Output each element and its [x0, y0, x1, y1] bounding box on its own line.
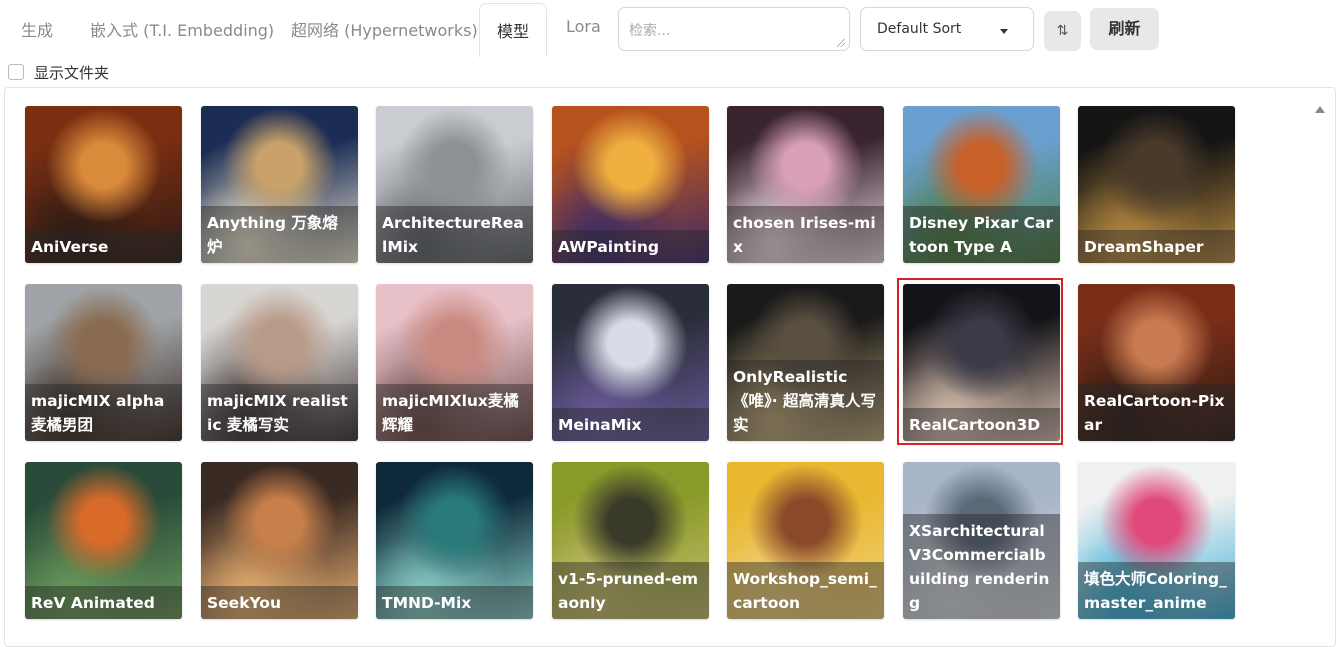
model-card[interactable]: 填色大师Coloring_master_anime: [1078, 462, 1235, 619]
model-card[interactable]: MeinaMix: [552, 284, 709, 441]
model-card[interactable]: AWPainting: [552, 106, 709, 263]
show-dirs-checkbox[interactable]: [8, 64, 24, 80]
model-card-label: XSarchitecturalV3Commercialbuilding rend…: [903, 514, 1060, 619]
model-card-label: AWPainting: [552, 230, 709, 263]
model-card[interactable]: ReV Animated: [25, 462, 182, 619]
search-placeholder: 检索...: [629, 23, 671, 39]
show-dirs-toggle[interactable]: 显示文件夹: [8, 62, 109, 83]
model-card-label: v1-5-pruned-emaonly: [552, 562, 709, 619]
model-card[interactable]: chosen Irises-mix: [727, 106, 884, 263]
chevron-down-icon: [1000, 29, 1008, 34]
model-card-label: Disney Pixar Cartoon Type A: [903, 206, 1060, 263]
model-card-label: RealCartoon-Pixar: [1078, 384, 1235, 441]
sort-direction-icon: ⇅: [1056, 23, 1069, 39]
model-card-label: DreamShaper: [1078, 230, 1235, 263]
tab-models[interactable]: 模型: [479, 3, 548, 57]
resize-grip-icon[interactable]: [837, 39, 845, 47]
model-card[interactable]: RealCartoon-Pixar: [1078, 284, 1235, 441]
model-card-label: majicMIX realistic 麦橘写实: [201, 384, 358, 441]
model-card[interactable]: Anything 万象熔炉: [201, 106, 358, 263]
model-card[interactable]: OnlyRealistic 《唯》· 超高清真人写实: [727, 284, 884, 441]
model-card[interactable]: AniVerse: [25, 106, 182, 263]
model-card-label: ReV Animated: [25, 586, 182, 619]
model-card-label: SeekYou: [201, 586, 358, 619]
model-card-label: OnlyRealistic 《唯》· 超高清真人写实: [727, 360, 884, 441]
scroll-up-icon[interactable]: [1315, 106, 1325, 113]
sort-selected-value: Default Sort: [877, 21, 962, 37]
tab-generate[interactable]: 生成: [21, 17, 53, 41]
sort-direction-button[interactable]: ⇅: [1044, 11, 1081, 51]
show-dirs-label: 显示文件夹: [34, 64, 110, 82]
sort-select[interactable]: Default Sort: [860, 7, 1034, 51]
model-card-label: Anything 万象熔炉: [201, 206, 358, 263]
tab-hypernetworks[interactable]: 超网络 (Hypernetworks): [291, 17, 478, 41]
model-card-label: Workshop_semi_cartoon: [727, 562, 884, 619]
model-card[interactable]: majicMIXlux麦橘辉耀: [376, 284, 533, 441]
model-card[interactable]: ArchitectureRealMix: [376, 106, 533, 263]
selected-card-highlight: [897, 278, 1063, 445]
model-card[interactable]: majicMIX realistic 麦橘写实: [201, 284, 358, 441]
model-card[interactable]: DreamShaper: [1078, 106, 1235, 263]
model-card-label: MeinaMix: [552, 408, 709, 441]
model-card-label: 填色大师Coloring_master_anime: [1078, 562, 1235, 619]
model-card-label: majicMIX alpha 麦橘男团: [25, 384, 182, 441]
model-card[interactable]: Workshop_semi_cartoon: [727, 462, 884, 619]
tab-embedding[interactable]: 嵌入式 (T.I. Embedding): [90, 17, 274, 41]
model-card[interactable]: majicMIX alpha 麦橘男团: [25, 284, 182, 441]
model-card-label: TMND-Mix: [376, 586, 533, 619]
model-card[interactable]: SeekYou: [201, 462, 358, 619]
model-card[interactable]: TMND-Mix: [376, 462, 533, 619]
search-input[interactable]: 检索...: [618, 7, 850, 51]
model-card-label: AniVerse: [25, 230, 182, 263]
model-card[interactable]: XSarchitecturalV3Commercialbuilding rend…: [903, 462, 1060, 619]
model-card[interactable]: v1-5-pruned-emaonly: [552, 462, 709, 619]
model-card-label: chosen Irises-mix: [727, 206, 884, 263]
tab-lora[interactable]: Lora: [566, 17, 601, 36]
model-card[interactable]: Disney Pixar Cartoon Type A: [903, 106, 1060, 263]
model-card-label: ArchitectureRealMix: [376, 206, 533, 263]
model-card-label: majicMIXlux麦橘辉耀: [376, 384, 533, 441]
refresh-button[interactable]: 刷新: [1090, 8, 1159, 50]
